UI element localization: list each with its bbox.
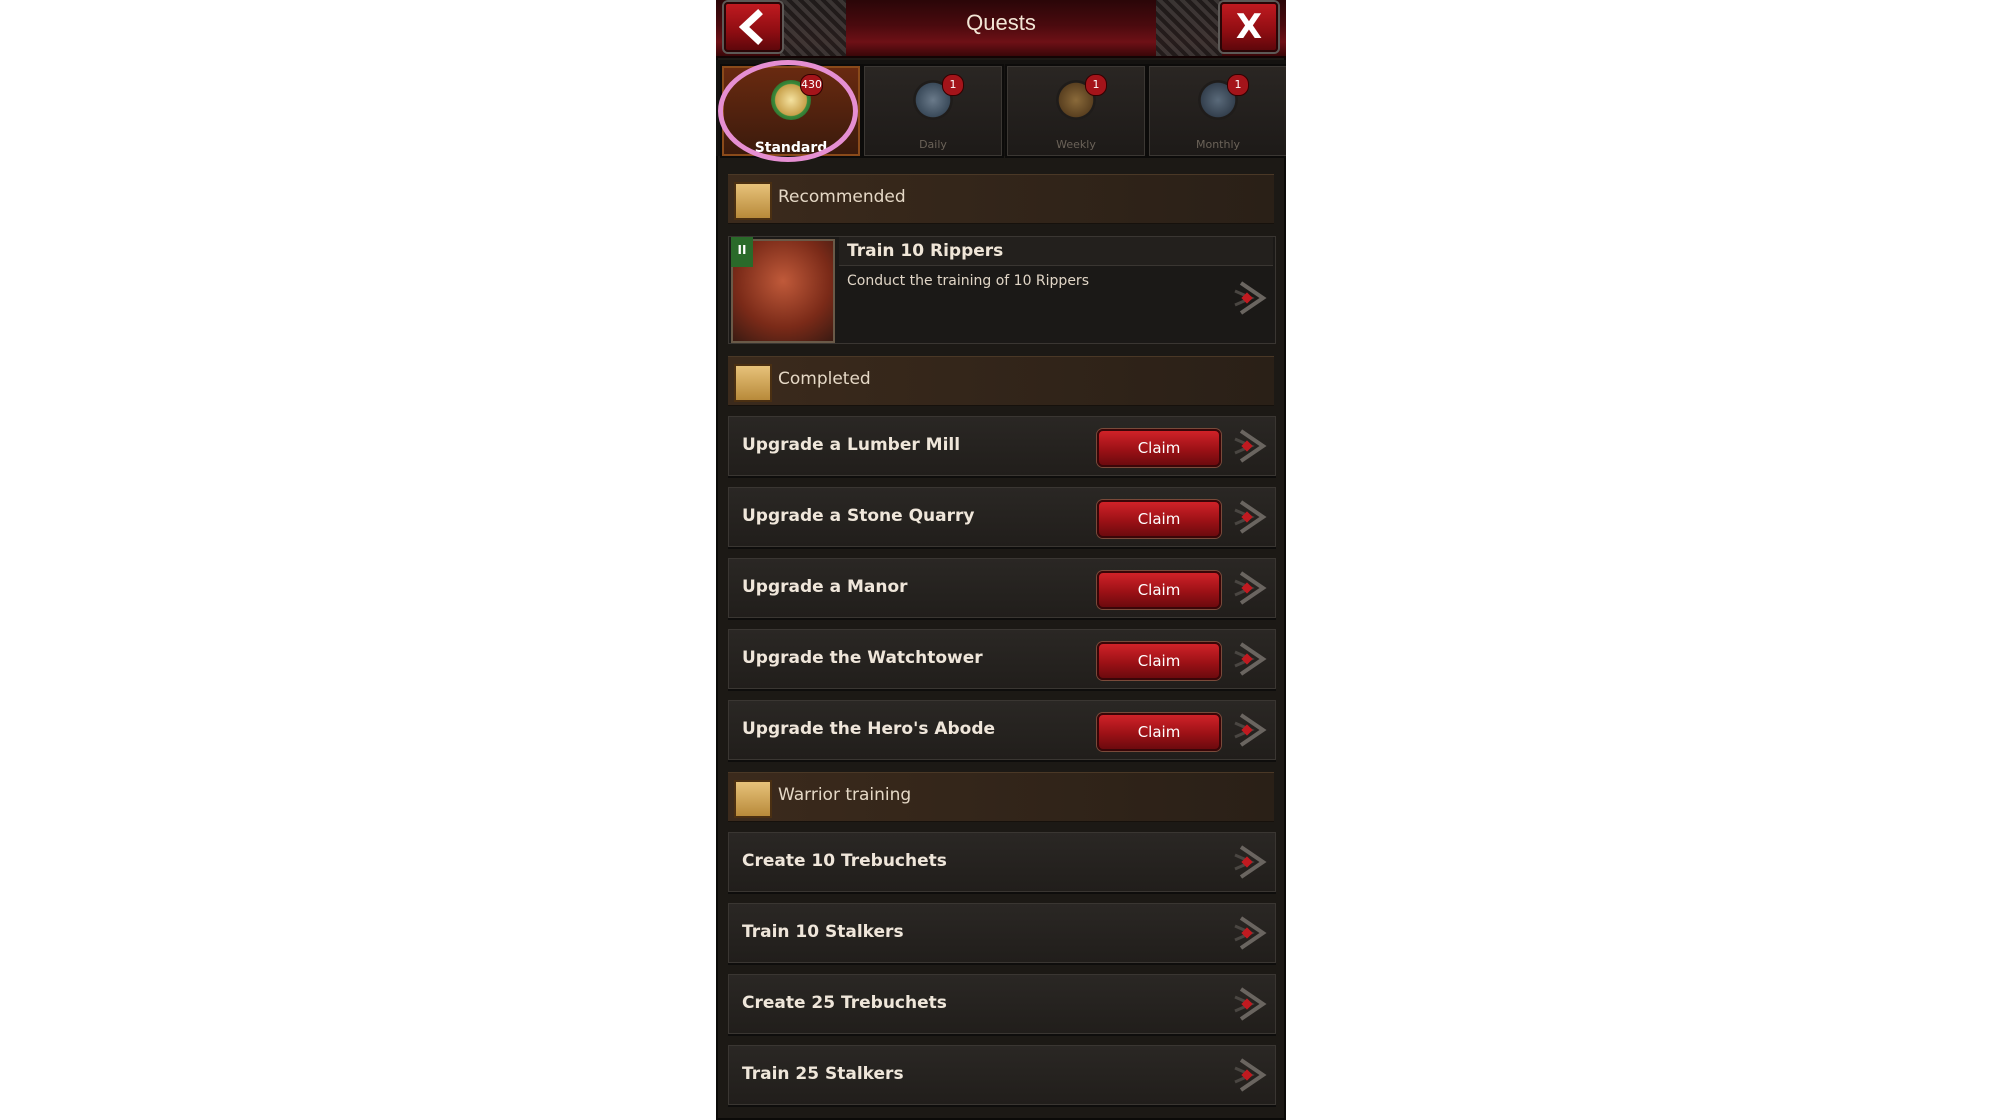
- quest-title: Train 10 Stalkers: [742, 922, 904, 942]
- crossed-weapons-icon: [734, 780, 772, 818]
- section-warrior-training: Warrior training: [728, 772, 1274, 822]
- section-completed: Completed: [728, 356, 1274, 406]
- go-arrow-icon[interactable]: [1229, 843, 1267, 881]
- checked-scroll-icon: [734, 364, 772, 402]
- close-button[interactable]: X: [1220, 2, 1278, 52]
- header-bar: Quests X: [716, 0, 1286, 58]
- quest-description: Conduct the training of 10 Rippers: [847, 273, 1089, 289]
- quest-row[interactable]: Upgrade the Hero's Abode Claim: [728, 700, 1276, 760]
- claim-button[interactable]: Claim: [1097, 642, 1221, 680]
- quest-title: Upgrade a Lumber Mill: [742, 435, 961, 455]
- close-icon: X: [1235, 7, 1263, 47]
- quest-row[interactable]: Upgrade a Stone Quarry Claim: [728, 487, 1276, 547]
- quest-title: Create 10 Trebuchets: [742, 851, 947, 871]
- quest-row[interactable]: Upgrade the Watchtower Claim: [728, 629, 1276, 689]
- go-arrow-icon[interactable]: [1229, 498, 1267, 536]
- quest-title: Upgrade the Hero's Abode: [742, 719, 996, 739]
- tab-badge: 1: [1227, 74, 1249, 96]
- go-arrow-icon[interactable]: [1229, 1056, 1267, 1094]
- claim-button[interactable]: Claim: [1097, 713, 1221, 751]
- quest-row[interactable]: Train 25 Stalkers: [728, 1045, 1276, 1105]
- claim-button[interactable]: Claim: [1097, 571, 1221, 609]
- go-arrow-icon[interactable]: [1229, 914, 1267, 952]
- recommended-quest-card[interactable]: II Train 10 Rippers Conduct the training…: [728, 236, 1276, 344]
- map-icon: [734, 182, 772, 220]
- section-title: Completed: [778, 369, 871, 389]
- claim-button[interactable]: Claim: [1097, 429, 1221, 467]
- tab-label: Weekly: [1056, 138, 1096, 151]
- quest-title: Upgrade a Manor: [742, 577, 908, 597]
- tier-flag: II: [731, 237, 753, 267]
- quests-screen: Quests X 430 Standard 1 Daily 1 Weekly 1…: [716, 0, 1286, 1120]
- page-title: Quests: [966, 10, 1036, 35]
- go-arrow-icon[interactable]: [1229, 427, 1267, 465]
- tab-monthly[interactable]: 1 Monthly: [1147, 64, 1286, 158]
- section-title: Warrior training: [778, 785, 912, 805]
- quest-row[interactable]: Create 10 Trebuchets: [728, 832, 1276, 892]
- quest-row[interactable]: Train 10 Stalkers: [728, 903, 1276, 963]
- tab-badge: 1: [1085, 74, 1107, 96]
- quest-title: Train 25 Stalkers: [742, 1064, 904, 1084]
- section-title: Recommended: [778, 187, 906, 207]
- tab-label: Daily: [919, 138, 947, 151]
- section-recommended: Recommended: [728, 174, 1274, 224]
- tab-daily[interactable]: 1 Daily: [862, 64, 1004, 158]
- claim-button[interactable]: Claim: [1097, 500, 1221, 538]
- quest-title: Create 25 Trebuchets: [742, 993, 947, 1013]
- tab-weekly[interactable]: 1 Weekly: [1005, 64, 1147, 158]
- go-arrow-icon[interactable]: [1229, 279, 1267, 317]
- go-arrow-icon[interactable]: [1229, 711, 1267, 749]
- tab-label: Monthly: [1195, 138, 1241, 151]
- quest-row[interactable]: Upgrade a Manor Claim: [728, 558, 1276, 618]
- quest-row[interactable]: Create 25 Trebuchets: [728, 974, 1276, 1034]
- go-arrow-icon[interactable]: [1229, 985, 1267, 1023]
- highlight-ring: [718, 60, 858, 162]
- quest-title: Upgrade the Watchtower: [742, 648, 983, 668]
- quest-title: Upgrade a Stone Quarry: [742, 506, 975, 526]
- go-arrow-icon[interactable]: [1229, 640, 1267, 678]
- quest-title: Train 10 Rippers: [847, 241, 1004, 261]
- quest-row[interactable]: Upgrade a Lumber Mill Claim: [728, 416, 1276, 476]
- go-arrow-icon[interactable]: [1229, 569, 1267, 607]
- tab-badge: 1: [942, 74, 964, 96]
